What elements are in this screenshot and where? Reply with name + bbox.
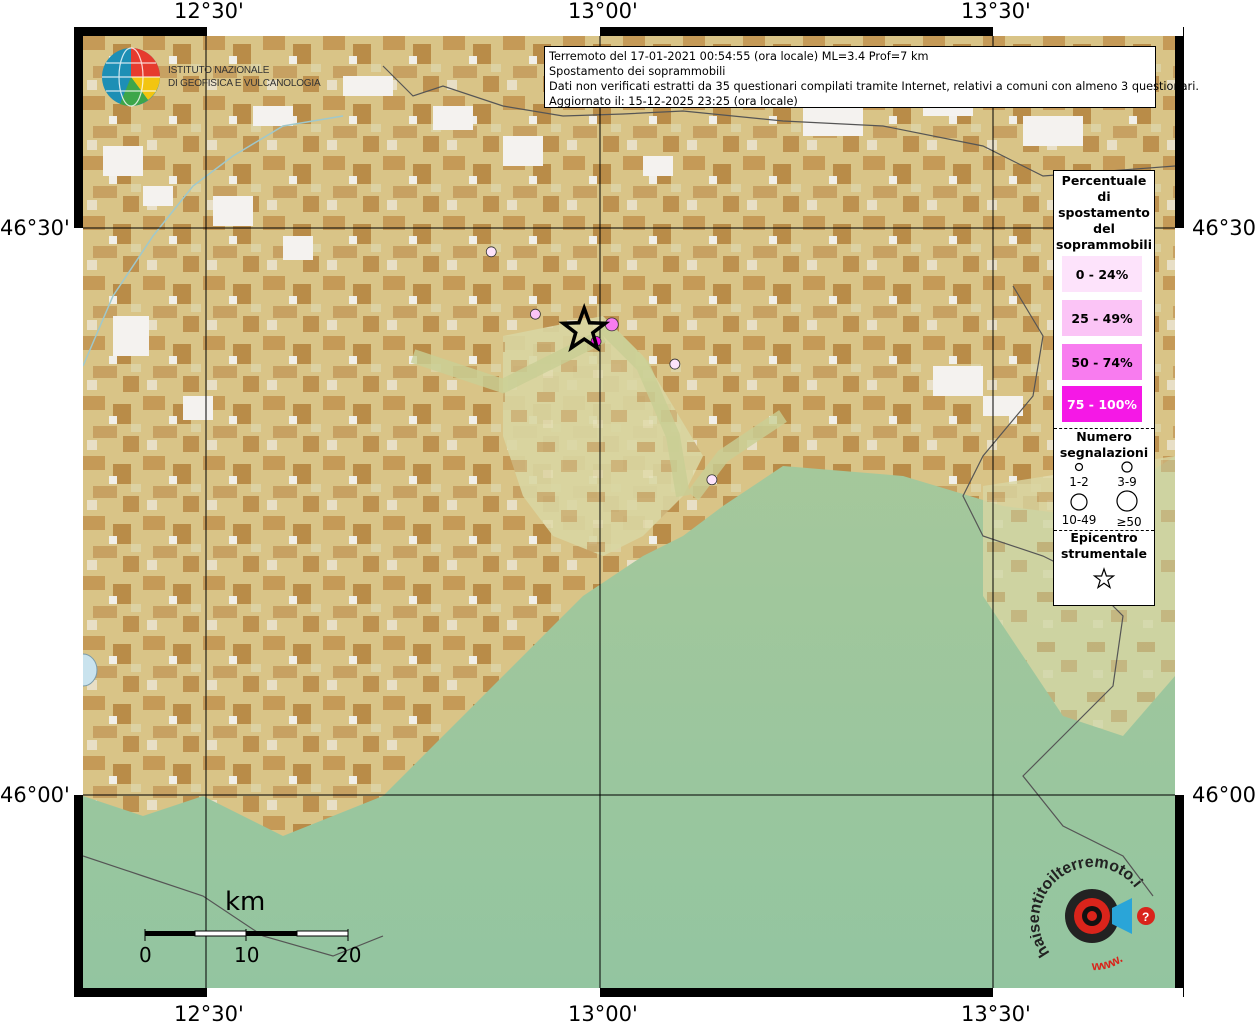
count-size-10-49: 10-49 <box>1061 513 1097 527</box>
epicenter-star-icon <box>1092 567 1116 590</box>
legend-class-0-24: 0 - 24% <box>1062 256 1142 292</box>
count-size-icons <box>1070 461 1138 512</box>
event-title: Terremoto del 17-01-2021 00:54:55 (ora l… <box>549 50 929 63</box>
scale-tick-10: 10 <box>234 943 260 967</box>
count-size-50plus: ≥50 <box>1116 515 1142 529</box>
ingv-logo: ISTITUTO NAZIONALE DI GEOFISICA E VULCAN… <box>100 46 321 108</box>
svg-text:www.: www. <box>1090 951 1125 974</box>
updated-timestamp: Aggiornato il: 15-12-2025 23:25 (ora loc… <box>549 95 798 108</box>
observation-marker[interactable] <box>706 474 718 486</box>
lon-label-bottom-3: 13°30' <box>961 1002 1031 1026</box>
observation-marker[interactable] <box>529 308 541 320</box>
lon-label-bottom-2: 13°00' <box>568 1002 638 1026</box>
legend-class-25-49: 25 - 49% <box>1062 300 1142 336</box>
legend-title-2: di <box>1097 189 1111 204</box>
count-size-1-2: 1-2 <box>1069 475 1089 489</box>
epicenter-title-2: strumentale <box>1060 546 1148 561</box>
legend-title-4: del <box>1093 221 1115 236</box>
ingv-name-line2: DI GEOFISICA E VULCANOLOGIA <box>168 78 321 89</box>
scale-tick-20: 20 <box>336 943 362 967</box>
legend-class-75-100: 75 - 100% <box>1062 386 1142 422</box>
count-title-1: Numero <box>1076 429 1132 444</box>
scale-bar: km 0 10 20 <box>130 885 370 975</box>
lat-label-right-1: 46°30' <box>1192 216 1256 240</box>
lon-label-top-3: 13°30' <box>961 0 1031 23</box>
scale-unit: km <box>225 887 266 917</box>
ingv-globe-icon <box>102 47 160 107</box>
hsit-logo-graphic: ? haisentitoilterremoto.it www. <box>1026 845 1155 974</box>
hsit-logo: ? haisentitoilterremoto.it www. <box>1026 845 1165 978</box>
lat-label-left-1: 46°30' <box>0 216 70 240</box>
observation-marker[interactable] <box>604 317 619 332</box>
lon-label-top-1: 12°30' <box>174 0 244 23</box>
lat-label-left-2: 46°00' <box>0 783 70 807</box>
count-size-3-9: 3-9 <box>1117 475 1137 489</box>
lat-label-right-2: 46°00' <box>1192 783 1256 807</box>
hsit-logo-url: www. <box>1090 951 1125 974</box>
data-note: Dati non verificati estratti da 35 quest… <box>549 80 1199 93</box>
observation-marker[interactable] <box>485 246 497 258</box>
lon-label-top-2: 13°00' <box>568 0 638 23</box>
terrain-map[interactable] <box>83 36 1175 988</box>
epicenter-title-1: Epicentro <box>1070 530 1138 545</box>
scale-tick-0: 0 <box>139 943 152 967</box>
svg-text:?: ? <box>1142 910 1149 924</box>
legend-title-3: spostamento <box>1058 205 1150 220</box>
ingv-name-line1: ISTITUTO NAZIONALE <box>168 65 270 76</box>
map-legend: Percentuale di spostamento del soprammob… <box>1053 170 1155 606</box>
observation-marker[interactable] <box>669 358 681 370</box>
lon-label-bottom-1: 12°30' <box>174 1002 244 1026</box>
legend-class-50-74: 50 - 74% <box>1062 344 1142 380</box>
legend-title-5: soprammobili <box>1055 237 1152 252</box>
event-info-box: Terremoto del 17-01-2021 00:54:55 (ora l… <box>544 46 1199 108</box>
legend-title-1: Percentuale <box>1061 173 1147 188</box>
map-subject: Spostamento dei soprammobili <box>549 65 726 78</box>
scale-bar-graphic <box>144 929 349 941</box>
